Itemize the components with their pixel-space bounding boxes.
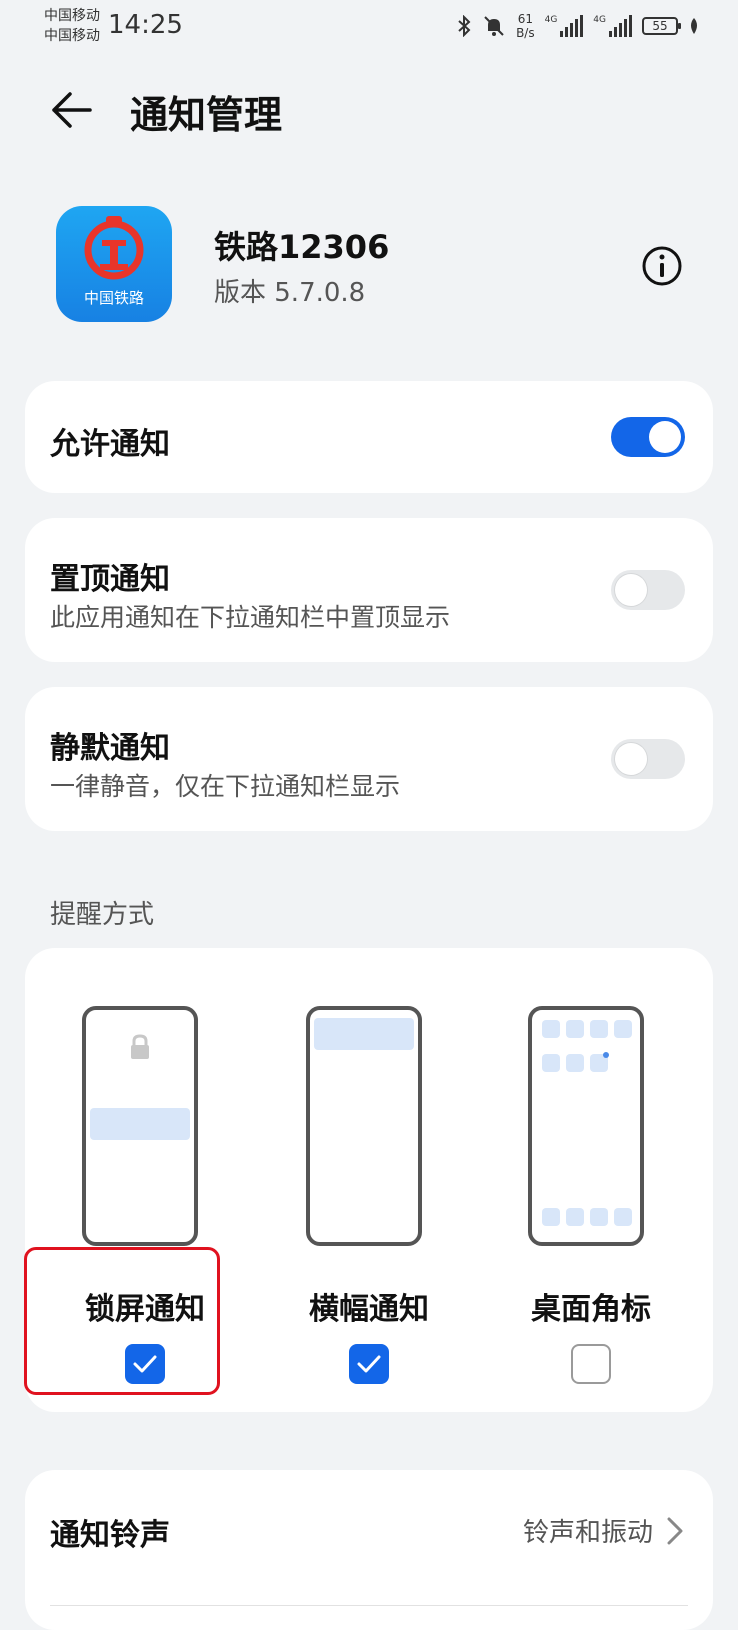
chevron-right-icon	[667, 1517, 683, 1545]
option-label-banner: 横幅通知	[309, 1292, 429, 1327]
pin-notifications-card[interactable]: 置顶通知 此应用通知在下拉通知栏中置顶显示	[25, 518, 713, 662]
signal-2-tag: 4G	[593, 15, 606, 25]
ringtone-value: 铃声和振动	[522, 1518, 653, 1548]
silent-notifications-toggle[interactable]	[611, 739, 685, 779]
pin-notifications-label: 置顶通知	[50, 562, 170, 597]
toggle-knob	[615, 743, 647, 775]
toggle-knob	[615, 574, 647, 606]
divider	[50, 1605, 688, 1606]
app-icon: 中国铁路	[56, 206, 172, 322]
app-version: 版本 5.7.0.8	[214, 278, 366, 308]
status-time: 14:25	[108, 10, 183, 40]
leaf-icon	[691, 18, 697, 34]
signal-1-icon: 4G	[545, 15, 584, 37]
badge-phone-illustration	[528, 1006, 644, 1246]
railway-logo-icon	[84, 216, 144, 280]
title-bar: 通知管理	[0, 70, 738, 150]
lockscreen-banner-preview	[90, 1108, 190, 1140]
battery-level: 55	[652, 19, 668, 33]
back-button[interactable]	[44, 82, 100, 138]
info-icon	[642, 246, 682, 286]
net-speed: 61 B/s	[516, 12, 535, 40]
allow-notifications-toggle[interactable]	[611, 417, 685, 457]
silent-notifications-card[interactable]: 静默通知 一律静音，仅在下拉通知栏显示	[25, 687, 713, 831]
reminder-option-badge[interactable]: 桌面角标	[491, 1006, 691, 1446]
signal-1-tag: 4G	[544, 15, 558, 25]
check-icon	[357, 1355, 381, 1373]
app-icon-label: 中国铁路	[83, 289, 144, 307]
lock-icon	[131, 1034, 149, 1059]
battery-icon: 55	[642, 17, 681, 35]
silent-notifications-label: 静默通知	[50, 731, 170, 766]
pin-notifications-toggle[interactable]	[611, 570, 685, 610]
net-speed-unit: B/s	[516, 26, 535, 40]
reminder-section-label: 提醒方式	[50, 900, 155, 930]
app-info-button[interactable]	[640, 244, 684, 288]
reminder-option-banner[interactable]: 横幅通知	[269, 1006, 469, 1446]
app-grid-preview	[542, 1020, 632, 1226]
highlight-frame	[24, 1247, 220, 1395]
status-bar: 中国移动 中国移动 14:25 61 B/s 4G 4G 55	[0, 0, 738, 52]
badge-checkbox[interactable]	[571, 1344, 611, 1384]
banner-preview	[314, 1018, 414, 1050]
app-name: 铁路12306	[214, 228, 390, 266]
carrier-info: 中国移动 中国移动	[44, 6, 100, 46]
allow-notifications-label: 允许通知	[50, 427, 170, 462]
signal-2-icon: 4G	[593, 15, 632, 37]
page-title: 通知管理	[130, 93, 283, 137]
toggle-knob	[649, 421, 681, 453]
silent-notifications-description: 一律静音，仅在下拉通知栏显示	[50, 772, 401, 801]
net-speed-value: 61	[517, 12, 533, 26]
carrier-1-label: 中国移动	[44, 8, 100, 24]
back-arrow-icon	[52, 92, 92, 128]
carrier-2-label: 中国移动	[44, 28, 100, 44]
ringtone-card[interactable]: 通知铃声 铃声和振动	[25, 1470, 713, 1630]
pin-notifications-description: 此应用通知在下拉通知栏中置顶显示	[50, 603, 451, 632]
ringtone-label: 通知铃声	[50, 1518, 170, 1553]
lockscreen-phone-illustration	[82, 1006, 198, 1246]
mute-bell-icon	[484, 16, 504, 36]
status-icons: 61 B/s 4G 4G 55	[456, 8, 700, 44]
banner-phone-illustration	[306, 1006, 422, 1246]
bluetooth-icon	[458, 15, 471, 37]
allow-notifications-card[interactable]: 允许通知	[25, 381, 713, 493]
option-label-badge: 桌面角标	[531, 1292, 651, 1327]
banner-checkbox[interactable]	[349, 1344, 389, 1384]
